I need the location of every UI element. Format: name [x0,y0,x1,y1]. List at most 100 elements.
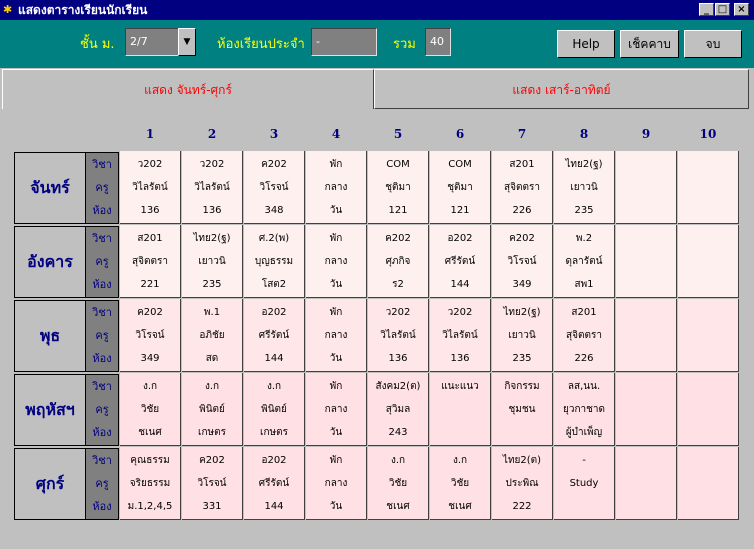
cell-subject: พัก [329,381,343,392]
timetable-cell[interactable]: ไทย2(ฐ) เยาวนิ 235 [492,299,553,372]
timetable-cell[interactable]: ง.ก พินิตย์ เกษตร [182,373,243,446]
timetable-cell[interactable]: ว202 วิไลรัตน์ 136 [368,299,429,372]
timetable-cell[interactable]: พัก กลาง วัน [306,373,367,446]
cell-teacher: กลาง [324,330,348,341]
day-label: พุธ [14,300,86,372]
cell-room: 121 [388,205,408,216]
cell-subject: ส201 [571,307,597,318]
cell-teacher: เยาวนิ [508,330,536,341]
period-header: 3 [269,127,279,141]
cell-subject: พัก [329,159,343,170]
timetable-cell[interactable]: ส201 สุจิตตรา 226 [554,299,615,372]
timetable-cell[interactable]: ศ.2(พ) บุญธรรม โสต2 [244,225,305,298]
period-header: 6 [455,127,465,141]
cell-subject: พ.2 [575,233,593,244]
cell-teacher [616,324,676,347]
timetable-cell[interactable]: ว202 วิไลรัตน์ 136 [120,151,181,224]
timetable-cell[interactable]: ค202 วิโรจน์ 348 [244,151,305,224]
row-labels: วิชา ครู ห้อง [85,448,119,520]
timetable-cell[interactable]: ง.ก วิชัย ชเนศ [120,373,181,446]
timetable-cell[interactable]: ค202 ศุภกิจ ร2 [368,225,429,298]
cell-room: 349 [512,279,532,290]
period-header: 9 [641,127,651,141]
timetable-cell[interactable]: ค202 วิโรจน์ 349 [120,299,181,372]
grade-select[interactable]: 2/7 [125,28,179,56]
cell-room: วัน [329,501,343,512]
exit-button[interactable]: จบ [684,30,742,58]
cell-subject [616,375,676,398]
timetable-cell[interactable]: ไทย2(ฐ) เยาวนิ 235 [554,151,615,224]
timetable-cell[interactable] [616,373,677,446]
cell-room: 243 [388,427,408,438]
timetable-cell[interactable]: พัก กลาง วัน [306,151,367,224]
timetable-cell[interactable]: แนะแนว [430,373,491,446]
cell-room [678,495,738,518]
timetable-cell[interactable]: พัก กลาง วัน [306,225,367,298]
grade-label: ชั้น ม. [80,37,115,52]
row-label: วิชา [92,232,112,245]
timetable-cell[interactable]: อ202 ศรีรัตน์ 144 [244,447,305,520]
timetable-cell[interactable]: - Study [554,447,615,520]
timetable-cell[interactable]: ง.ก วิชัย ชเนศ [430,447,491,520]
timetable-cell[interactable]: COM ชุติมา 121 [430,151,491,224]
timetable-cell[interactable] [616,225,677,298]
maximize-button[interactable]: □ [715,3,730,16]
timetable-cell[interactable]: ส201 สุจิตตรา 221 [120,225,181,298]
cell-subject: ค202 [261,159,287,170]
row-label: วิชา [92,454,112,467]
timetable-cell[interactable] [616,151,677,224]
row-labels: วิชา ครู ห้อง [85,226,119,298]
tab-weekdays[interactable]: แสดง จันทร์-ศุกร์ [2,69,374,109]
cell-subject [616,227,676,250]
cell-teacher: กลาง [324,478,348,489]
check-period-button[interactable]: เช็คคาบ [620,30,679,58]
help-button[interactable]: Help [557,30,615,58]
timetable-cell[interactable] [678,299,739,372]
timetable-cell[interactable]: พัก กลาง วัน [306,299,367,372]
cell-teacher: วิโรจน์ [197,478,227,489]
timetable-cell[interactable]: ไทย2(ฐ) เยาวนิ 235 [182,225,243,298]
timetable-cell[interactable]: พัก กลาง วัน [306,447,367,520]
timetable-cell[interactable]: พ.1 อภิชัย สด [182,299,243,372]
cell-room [616,347,676,370]
timetable-cell[interactable]: ว202 วิไลรัตน์ 136 [430,299,491,372]
timetable-cell[interactable] [616,299,677,372]
timetable-cell[interactable]: อ202 ศรีรัตน์ 144 [430,225,491,298]
timetable-cell[interactable]: COM ชุติมา 121 [368,151,429,224]
minimize-button[interactable]: _ [699,3,714,16]
cell-subject: ศ.2(พ) [258,233,290,244]
cell-room [678,199,738,222]
cell-subject: ง.ก [266,381,282,392]
timetable-cell[interactable]: ค202 วิโรจน์ 331 [182,447,243,520]
timetable-cell[interactable] [678,373,739,446]
timetable-cell[interactable] [678,151,739,224]
cell-room [554,495,614,518]
timetable-cell[interactable]: ค202 วิโรจน์ 349 [492,225,553,298]
cell-teacher: วิชัย [450,478,470,489]
cell-teacher: วิโรจน์ [259,182,289,193]
timetable-cell[interactable] [678,447,739,520]
close-window-button[interactable]: × [734,3,749,16]
row-label: วิชา [92,306,112,319]
timetable-cell[interactable]: คุณธรรม จริยธรรม ม.1,2,4,5 [120,447,181,520]
timetable-cell[interactable]: ง.ก พินิตย์ เกษตร [244,373,305,446]
timetable-cell[interactable]: พ.2 ดุลารัตน์ สพ1 [554,225,615,298]
chevron-down-icon[interactable]: ▼ [178,28,196,56]
row-label: ครู [95,403,109,416]
timetable-cell[interactable]: กิจกรรม ชุมชน [492,373,553,446]
timetable-cell[interactable]: สังคม2(ต) สุวิมล 243 [368,373,429,446]
timetable-cell[interactable] [616,447,677,520]
row-label: ครู [95,329,109,342]
cell-teacher: กลาง [324,404,348,415]
cell-teacher: พินิตย์ [261,404,287,415]
timetable-cell[interactable]: อ202 ศรีรัตน์ 144 [244,299,305,372]
timetable-cell[interactable] [678,225,739,298]
cell-room: 121 [450,205,470,216]
tab-weekend[interactable]: แสดง เสาร์-อาทิตย์ [374,69,749,109]
timetable-cell[interactable]: ว202 วิไลรัตน์ 136 [182,151,243,224]
timetable-cell[interactable]: ไทย2(ต) ประพิณ 222 [492,447,553,520]
timetable-cell[interactable]: ลส,นน. ยุวกาชาด ผู้บำเพ็ญ [554,373,615,446]
timetable-cell[interactable]: ง.ก วิชัย ชเนศ [368,447,429,520]
timetable-cell[interactable]: ส201 สุจิตตรา 226 [492,151,553,224]
homeroom-field[interactable]: - [311,28,377,56]
